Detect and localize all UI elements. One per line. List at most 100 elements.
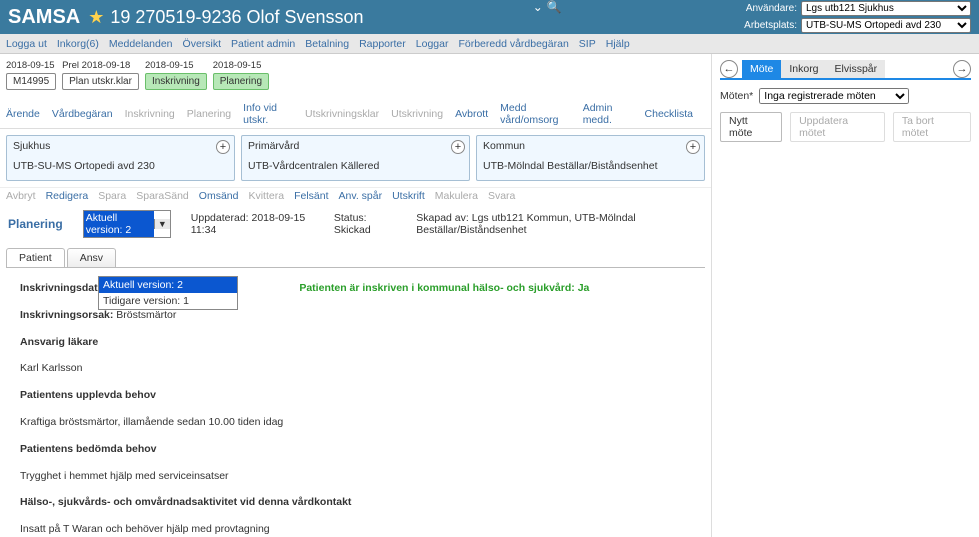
action-redigera[interactable]: Redigera — [46, 190, 89, 202]
doctab-meddvrdomsorg[interactable]: Medd vård/omsorg — [500, 102, 571, 126]
doctab-vrdbegran[interactable]: Vårdbegäran — [52, 108, 113, 120]
version-option-prev[interactable]: Tidigare version: 1 — [99, 293, 237, 309]
rtab-mote[interactable]: Möte — [742, 60, 781, 78]
party-sjukhus: Sjukhus + UTB-SU-MS Ortopedi avd 230 — [6, 135, 235, 181]
planering-title: Planering — [8, 217, 63, 231]
tabort-mote-button: Ta bort mötet — [893, 112, 971, 142]
app-name: SAMSA — [8, 6, 80, 29]
doctab-inskrivning: Inskrivning — [125, 108, 175, 120]
right-panel: ← Möte Inkorg Elvisspår → Möten* Inga re… — [712, 54, 979, 537]
parties-row: Sjukhus + UTB-SU-MS Ortopedi avd 230 Pri… — [0, 129, 711, 187]
nytt-mote-button[interactable]: Nytt möte — [720, 112, 782, 142]
user-label: Användare: — [741, 3, 797, 14]
action-sparasnd: SparaSänd — [136, 190, 189, 202]
party-primarvard: Primärvård + UTB-Vårdcentralen Källered — [241, 135, 470, 181]
timeline-m-date: 2018-09-15 — [6, 60, 55, 71]
action-anvspr[interactable]: Anv. spår — [339, 190, 383, 202]
status-label: Status: — [334, 212, 367, 224]
party-kommun-title: Kommun — [483, 140, 698, 152]
doctab-avbrott[interactable]: Avbrott — [455, 108, 488, 120]
patient-title: 19 270519-9236 Olof Svensson — [110, 7, 363, 28]
party-kommun: Kommun + UTB-Mölndal Beställar/Biståndse… — [476, 135, 705, 181]
uppdatera-mote-button: Uppdatera mötet — [790, 112, 885, 142]
chevron-down-icon[interactable]: ⌄ — [533, 0, 543, 14]
form-tabs: Patient Ansv — [6, 248, 705, 268]
doctab-rende[interactable]: Ärende — [6, 108, 40, 120]
rtab-elvis[interactable]: Elvisspår — [827, 60, 886, 78]
menu-patientadmin[interactable]: Patient admin — [231, 38, 295, 50]
action-omsnd[interactable]: Omsänd — [199, 190, 239, 202]
workplace-label: Arbetsplats: — [741, 20, 797, 31]
menu-versikt[interactable]: Översikt — [183, 38, 222, 50]
party-kommun-value: UTB-Mölndal Beställar/Biståndsenhet — [483, 160, 698, 172]
bedomda-value: Trygghet i hemmet hjälp med serviceinsat… — [20, 468, 691, 485]
add-primarvard-icon[interactable]: + — [451, 140, 465, 154]
version-dropdown[interactable]: Aktuell version: 2 Tidigare version: 1 — [98, 276, 238, 310]
bedomda-label: Patientens bedömda behov — [20, 443, 157, 455]
orsak-label: Inskrivningsorsak: — [20, 309, 113, 321]
doctab-utskrivningsklar: Utskrivningsklar — [305, 108, 379, 120]
menu-hjlp[interactable]: Hjälp — [606, 38, 630, 50]
star-icon[interactable]: ★ — [88, 7, 104, 28]
halso-label: Hälso-, sjukvårds- och omvårdnadsaktivit… — [20, 496, 351, 508]
menu-loggar[interactable]: Loggar — [416, 38, 449, 50]
action-kvittera: Kvittera — [248, 190, 284, 202]
moten-select[interactable]: Inga registrerade möten — [759, 88, 909, 104]
menu-rapporter[interactable]: Rapporter — [359, 38, 406, 50]
action-spara: Spara — [98, 190, 126, 202]
timeline-prel-box[interactable]: Plan utskr.klar — [62, 73, 139, 90]
menu-inkorg[interactable]: Inkorg(6) — [57, 38, 99, 50]
doctab-adminmedd[interactable]: Admin medd. — [583, 102, 633, 126]
menu-betalning[interactable]: Betalning — [305, 38, 349, 50]
action-felsnt[interactable]: Felsänt — [294, 190, 328, 202]
version-option-current[interactable]: Aktuell version: 2 — [99, 277, 237, 293]
timeline-insk-box[interactable]: Inskrivning — [145, 73, 207, 90]
kommunal-label: Patienten är inskriven i kommunal hälso-… — [299, 282, 574, 294]
upplevda-value: Kraftiga bröstsmärtor, illamående sedan … — [20, 414, 691, 431]
doctab-infovidutskr[interactable]: Info vid utskr. — [243, 102, 293, 126]
workplace-select[interactable]: UTB-SU-MS Ortopedi avd 230 — [801, 18, 971, 33]
party-sjukhus-title: Sjukhus — [13, 140, 228, 152]
menu-frbereddvrdbegran[interactable]: Förberedd vårdbegäran — [458, 38, 568, 50]
doctab-utskrivning: Utskrivning — [391, 108, 443, 120]
add-kommun-icon[interactable]: + — [686, 140, 700, 154]
panel-left-arrow-icon[interactable]: ← — [720, 60, 738, 78]
menu-loggaut[interactable]: Logga ut — [6, 38, 47, 50]
kommunal-value: Ja — [578, 282, 590, 294]
right-tabs: Möte Inkorg Elvisspår — [742, 60, 885, 78]
party-primarvard-value: UTB-Vårdcentralen Källered — [248, 160, 463, 172]
ansvarig-value: Karl Karlsson — [20, 360, 691, 377]
action-avbryt: Avbryt — [6, 190, 36, 202]
party-sjukhus-value: UTB-SU-MS Ortopedi avd 230 — [13, 160, 228, 172]
panel-right-arrow-icon[interactable]: → — [953, 60, 971, 78]
created-label: Skapad av: — [416, 212, 469, 224]
party-primarvard-title: Primärvård — [248, 140, 463, 152]
timeline-plan-date: 2018-09-15 — [213, 60, 262, 71]
doc-actions: Avbryt Redigera Spara SparaSänd Omsänd Kvitte… — [0, 187, 711, 204]
ansvarig-label: Ansvarig läkare — [20, 336, 98, 348]
tab-patient[interactable]: Patient — [6, 248, 65, 267]
search-icon[interactable]: 🔍 — [547, 0, 562, 14]
orsak-value: Bröstsmärtor — [116, 309, 176, 321]
status-value: Skickad — [334, 224, 371, 236]
menu-meddelanden[interactable]: Meddelanden — [109, 38, 173, 50]
header-right: Användare: Lgs utb121 Sjukhus Arbetsplat… — [741, 1, 971, 33]
add-sjukhus-icon[interactable]: + — [216, 140, 230, 154]
timeline-plan-box[interactable]: Planering — [213, 73, 269, 90]
action-makulera: Makulera — [435, 190, 478, 202]
app-header: SAMSA ★ 19 270519-9236 Olof Svensson ⌄ 🔍… — [0, 0, 979, 34]
timeline: 2018-09-15 M14995 Prel 2018-09-18 Plan u… — [0, 54, 711, 100]
timeline-prel-date: Prel 2018-09-18 — [62, 60, 130, 71]
user-select[interactable]: Lgs utb121 Sjukhus — [801, 1, 971, 16]
doc-type-tabs: ÄrendeVårdbegäranInskrivningPlaneringInf… — [0, 100, 711, 129]
menu-sip[interactable]: SIP — [579, 38, 596, 50]
updated-label: Uppdaterad: — [191, 212, 249, 224]
timeline-m-id[interactable]: M14995 — [6, 73, 56, 90]
planering-header: Planering Aktuell version: 2 ▼ Uppdatera… — [0, 204, 711, 244]
chevron-down-icon: ▼ — [154, 219, 170, 229]
tab-ansv[interactable]: Ansv — [67, 248, 116, 267]
rtab-inkorg[interactable]: Inkorg — [781, 60, 826, 78]
version-select[interactable]: Aktuell version: 2 ▼ — [83, 210, 171, 238]
doctab-checklista[interactable]: Checklista — [645, 108, 693, 120]
action-utskrift[interactable]: Utskrift — [392, 190, 425, 202]
